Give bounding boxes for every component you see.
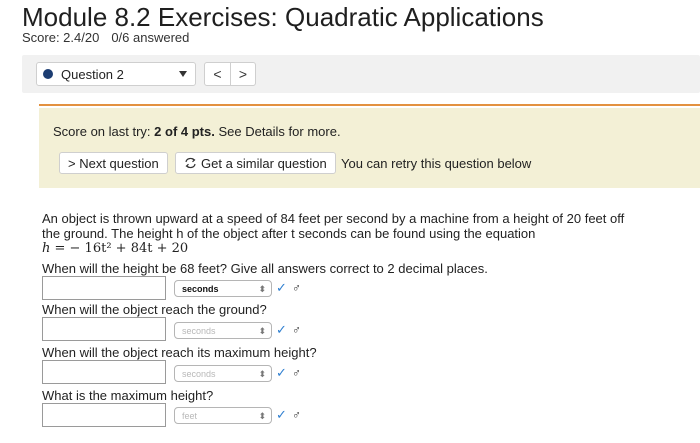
- unit-select-label: feet: [182, 410, 198, 421]
- page-title: Module 8.2 Exercises: Quadratic Applicat…: [22, 2, 544, 32]
- equation: h = − 16t² + 84t + 20: [42, 241, 188, 256]
- formula-help-icon[interactable]: ♂: [292, 323, 301, 337]
- last-try-score: Score on last try: 2 of 4 pts. See Detai…: [53, 124, 341, 139]
- question-instruction: When will the height be 68 feet? Give al…: [42, 261, 488, 276]
- feedback-panel: Score on last try: 2 of 4 pts. See Detai…: [39, 108, 700, 188]
- similar-question-label: Get a similar question: [201, 155, 327, 171]
- feedback-divider: [39, 104, 700, 106]
- answer-input-2[interactable]: [42, 317, 166, 341]
- equation-rhs: = − 16t² + 84t + 20: [50, 241, 189, 256]
- check-icon: ✓: [276, 407, 287, 422]
- previous-question-button[interactable]: <: [205, 63, 230, 85]
- select-arrows-icon: ⬍: [258, 411, 266, 421]
- formula-help-icon[interactable]: ♂: [292, 366, 301, 380]
- unit-select-label: seconds: [182, 325, 216, 336]
- next-question-button[interactable]: > Next question: [59, 152, 168, 174]
- select-arrows-icon: ⬍: [258, 369, 266, 379]
- formula-help-icon[interactable]: ♂: [292, 408, 301, 422]
- refresh-icon: [185, 157, 196, 169]
- formula-help-icon[interactable]: ♂: [292, 281, 301, 295]
- next-question-arrow-button[interactable]: >: [230, 63, 255, 85]
- last-try-score-value: 2 of 4 pts.: [154, 124, 215, 139]
- part-2-prompt: When will the object reach the ground?: [42, 302, 267, 317]
- answer-input-3[interactable]: [42, 360, 166, 384]
- answered-count: 0/6 answered: [111, 30, 190, 45]
- question-status-dot-icon: [43, 69, 53, 79]
- check-icon: ✓: [276, 280, 287, 295]
- question-text: An object is thrown upward at a speed of…: [42, 211, 625, 241]
- unit-select-label: seconds: [182, 283, 219, 294]
- answer-input-1[interactable]: [42, 276, 166, 300]
- unit-select-3[interactable]: seconds ⬍: [174, 365, 272, 382]
- unit-select-1[interactable]: seconds ⬍: [174, 280, 272, 297]
- similar-question-button[interactable]: Get a similar question: [175, 152, 336, 174]
- check-icon: ✓: [276, 365, 287, 380]
- unit-select-4[interactable]: feet ⬍: [174, 407, 272, 424]
- part-4-prompt: What is the maximum height?: [42, 388, 214, 403]
- next-question-label: > Next question: [68, 155, 159, 171]
- question-select[interactable]: Question 2: [36, 62, 196, 86]
- unit-select-label: seconds: [182, 368, 216, 379]
- question-select-label: Question 2: [61, 66, 124, 82]
- part-3-prompt: When will the object reach its maximum h…: [42, 345, 317, 360]
- unit-select-2[interactable]: seconds ⬍: [174, 322, 272, 339]
- select-arrows-icon: ⬍: [258, 326, 266, 336]
- answer-input-4[interactable]: [42, 403, 166, 427]
- retry-message: You can retry this question below: [341, 156, 532, 171]
- score-text: Score: 2.4/20: [22, 30, 100, 45]
- question-pager: < >: [204, 62, 256, 86]
- check-icon: ✓: [276, 322, 287, 337]
- question-nav-panel: Question 2 < >: [22, 55, 700, 93]
- score-summary: Score: 2.4/20 0/6 answered: [22, 30, 189, 45]
- chevron-down-icon: [179, 71, 187, 77]
- select-arrows-icon: ⬍: [258, 284, 266, 294]
